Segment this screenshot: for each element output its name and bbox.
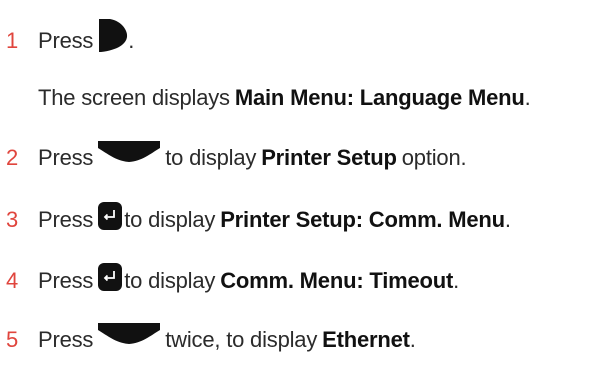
step-text: Press — [38, 28, 94, 53]
step-text: Press — [38, 268, 94, 293]
note-text: The screen displays — [38, 85, 230, 110]
enter-key-icon — [98, 202, 123, 230]
step-target: Printer Setup: Comm. Menu — [220, 207, 505, 232]
down-key-icon — [98, 323, 161, 344]
step-tail: . — [453, 268, 460, 293]
step-tail: . — [504, 207, 511, 232]
step-text: to display — [124, 268, 216, 293]
note-period: . — [524, 85, 531, 110]
step-text: twice, to display — [165, 327, 318, 352]
step-text: Press — [38, 207, 94, 232]
step-text: Press — [38, 327, 94, 352]
instruction-document: 1 Press . The screen displays Main Menu:… — [0, 0, 599, 380]
down-key-icon — [98, 141, 161, 162]
enter-key-icon — [98, 263, 123, 291]
step-target: Printer Setup — [261, 145, 397, 170]
step-number: 1 — [6, 28, 19, 53]
step-text: to display — [165, 145, 257, 170]
play-key-icon — [99, 19, 128, 52]
step-text: Press — [38, 145, 94, 170]
step-number: 5 — [6, 327, 19, 352]
step-target: Ethernet — [322, 327, 410, 352]
step-number: 3 — [6, 207, 19, 232]
step-tail: option. — [401, 145, 467, 170]
step-number: 4 — [6, 268, 19, 293]
step-target: Comm. Menu: Timeout — [220, 268, 454, 293]
step-number: 2 — [6, 145, 19, 170]
note-screen-name: Main Menu: Language Menu — [234, 85, 525, 110]
step-period: . — [128, 28, 135, 53]
step-tail: . — [409, 327, 416, 352]
step-text: to display — [124, 207, 216, 232]
